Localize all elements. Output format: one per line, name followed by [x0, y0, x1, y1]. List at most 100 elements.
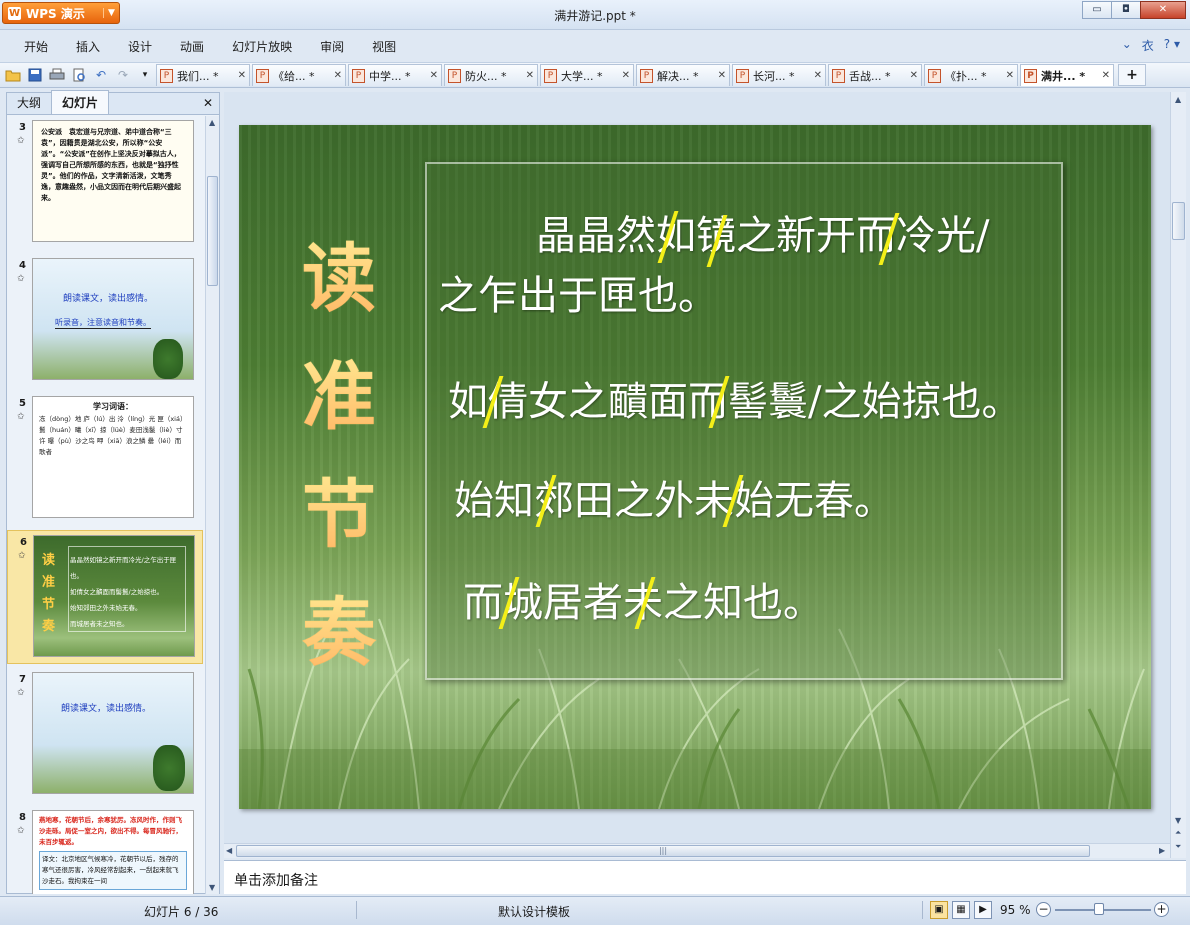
doc-tab[interactable]: P 解决... * ✕ — [636, 64, 730, 86]
tab-outline[interactable]: 大纲 — [7, 91, 51, 114]
status-divider — [356, 901, 357, 919]
doc-tab[interactable]: P 舌战... * ✕ — [828, 64, 922, 86]
status-bar: 幻灯片 6 / 36 默认设计模板 ▣ ▦ ▶ 95 % − + — [0, 896, 1190, 925]
close-tab-icon[interactable]: ✕ — [907, 70, 918, 81]
normal-view-icon[interactable]: ▣ — [930, 901, 948, 919]
slide-sorter-icon[interactable]: ▦ — [952, 901, 970, 919]
scrollbar-thumb[interactable]: ||| — [236, 845, 1090, 857]
menu-animation[interactable]: 动画 — [166, 38, 218, 55]
menu-bar: 开始 插入 设计 动画 幻灯片放映 审阅 视图 ⌄ 衣 ? ▾ — [0, 32, 1190, 60]
menu-insert[interactable]: 插入 — [62, 38, 114, 55]
undo-icon[interactable]: ↶ — [92, 66, 110, 84]
menu-design[interactable]: 设计 — [114, 38, 166, 55]
notes-pane[interactable]: 单击添加备注 — [224, 860, 1186, 894]
current-slide[interactable]: 读 准 节 奏 晶晶然如镜之新开而冷光/ 之乍出于匣也。 如倩女之靧面而髻鬟/之… — [239, 125, 1151, 809]
doc-tab[interactable]: P 《给... * ✕ — [252, 64, 346, 86]
text-line-1: 晶晶然如镜之新开而冷光/ — [536, 213, 990, 259]
next-slide-icon[interactable]: ⏷ — [1175, 842, 1181, 852]
open-icon[interactable] — [4, 66, 22, 84]
doc-tab[interactable]: P 《扑... * ✕ — [924, 64, 1018, 86]
vertical-slide-title[interactable]: 读 准 节 奏 — [294, 220, 384, 692]
menu-home[interactable]: 开始 — [10, 38, 62, 55]
animation-star-icon: ✩ — [17, 688, 25, 698]
scroll-down-icon[interactable]: ▼ — [1175, 816, 1181, 825]
slide-thumbnail-6[interactable]: 6 ✩ 读准节奏 晶晶然如镜之新开而冷光/之乍出于匣也。 如倩女之靧面而髻鬟/之… — [7, 530, 203, 664]
animation-star-icon: ✩ — [17, 826, 25, 836]
zoom-in-icon[interactable]: + — [1154, 902, 1169, 917]
close-tab-icon[interactable]: ✕ — [1099, 70, 1110, 81]
thumbnail-image: 读准节奏 晶晶然如镜之新开而冷光/之乍出于匣也。 如倩女之靧面而髻鬟/之始掠也。… — [33, 535, 195, 657]
restore-button[interactable]: ◘ — [1111, 1, 1141, 19]
scroll-right-icon[interactable]: ▶ — [1159, 846, 1165, 855]
help-icon[interactable]: ? ▾ — [1164, 37, 1180, 54]
tree-decoration — [153, 745, 185, 791]
doc-tab[interactable]: P 长河... * ✕ — [732, 64, 826, 86]
editor-vertical-scrollbar[interactable]: ▲ ▼ ⏶ ⏷ — [1170, 92, 1186, 858]
redo-icon[interactable]: ↷ — [114, 66, 132, 84]
zoom-slider-handle[interactable] — [1094, 903, 1104, 915]
thumbnail-image: 朗读课文，读出感情。 听录音，注意读音和节奏。 — [32, 258, 194, 380]
slide-thumbnail-3[interactable]: 3 ✩ 公安派 袁宏道与兄宗道、弟中道合称“三袁”，因籍贯是湖北公安，所以称“公… — [7, 116, 203, 250]
slide-thumbnail-8[interactable]: 8 ✩ 燕地寒，花朝节后，余寒犹厉。冻风时作，作则飞沙走砾。局促一室之内，欲出不… — [7, 806, 203, 894]
menu-review[interactable]: 审阅 — [306, 38, 358, 55]
close-tab-icon[interactable]: ✕ — [811, 70, 822, 81]
notes-placeholder: 单击添加备注 — [234, 873, 318, 889]
scroll-left-icon[interactable]: ◀ — [226, 846, 232, 855]
skin-icon[interactable]: 衣 — [1142, 37, 1154, 54]
slide-editor: 读 准 节 奏 晶晶然如镜之新开而冷光/ 之乍出于匣也。 如倩女之靧面而髻鬟/之… — [224, 92, 1186, 858]
close-tab-icon[interactable]: ✕ — [715, 70, 726, 81]
scroll-up-icon[interactable]: ▲ — [1175, 95, 1181, 104]
animation-star-icon: ✩ — [18, 551, 26, 561]
collapse-ribbon-icon[interactable]: ⌄ — [1122, 37, 1132, 54]
close-tab-icon[interactable]: ✕ — [1003, 70, 1014, 81]
text-line-3: 如倩女之靧面而髻鬟/之始掠也。 — [448, 379, 1022, 425]
zoom-out-icon[interactable]: − — [1036, 902, 1051, 917]
ppt-file-icon: P — [448, 68, 461, 83]
menu-slideshow[interactable]: 幻灯片放映 — [218, 38, 306, 55]
scrollbar-thumb[interactable] — [1172, 202, 1185, 240]
new-tab-button[interactable]: + — [1118, 64, 1146, 86]
menu-view[interactable]: 视图 — [358, 38, 410, 55]
print-icon[interactable] — [48, 66, 66, 84]
document-title: 满井游记.ppt * — [554, 9, 636, 23]
ppt-file-icon: P — [544, 68, 557, 83]
save-icon[interactable] — [26, 66, 44, 84]
scroll-down-icon[interactable]: ▼ — [209, 883, 215, 892]
more-icon[interactable]: ▾ — [136, 66, 154, 84]
close-button[interactable]: ✕ — [1140, 1, 1186, 19]
ppt-file-icon: P — [352, 68, 365, 83]
close-tab-icon[interactable]: ✕ — [427, 70, 438, 81]
scrollbar-thumb[interactable] — [207, 176, 218, 286]
prev-slide-icon[interactable]: ⏶ — [1175, 828, 1181, 838]
ppt-file-icon: P — [832, 68, 845, 83]
ppt-file-icon: P — [640, 68, 653, 83]
close-tab-icon[interactable]: ✕ — [235, 70, 246, 81]
doc-tab[interactable]: P 大学... * ✕ — [540, 64, 634, 86]
animation-star-icon: ✩ — [17, 412, 25, 422]
close-tab-icon[interactable]: ✕ — [331, 70, 342, 81]
thumbnail-list: 3 ✩ 公安派 袁宏道与兄宗道、弟中道合称“三袁”，因籍贯是湖北公安，所以称“公… — [7, 116, 205, 894]
text-line-2: 之乍出于匣也。 — [438, 273, 718, 319]
doc-tab[interactable]: P 防火... * ✕ — [444, 64, 538, 86]
close-tab-icon[interactable]: ✕ — [523, 70, 534, 81]
doc-tab-active[interactable]: P 满井... * ✕ — [1020, 64, 1114, 86]
tab-slides[interactable]: 幻灯片 — [51, 90, 110, 114]
minimize-button[interactable]: ▭ — [1082, 1, 1112, 19]
doc-tab[interactable]: P 中学... * ✕ — [348, 64, 442, 86]
editor-horizontal-scrollbar[interactable]: ◀ ||| ▶ — [224, 843, 1170, 858]
scroll-up-icon[interactable]: ▲ — [209, 118, 215, 127]
slideshow-icon[interactable]: ▶ — [974, 901, 992, 919]
thumbnail-scrollbar[interactable]: ▲ ▼ — [205, 116, 219, 894]
slide-indicator: 幻灯片 6 / 36 — [144, 905, 219, 919]
doc-tab[interactable]: P 我们... * ✕ — [156, 64, 250, 86]
view-buttons: ▣ ▦ ▶ — [930, 901, 992, 919]
slide-thumbnail-7[interactable]: 7 ✩ 朗读课文，读出感情。 — [7, 668, 203, 802]
tree-decoration — [153, 339, 183, 379]
close-tab-icon[interactable]: ✕ — [619, 70, 630, 81]
window-controls: ▭ ◘ ✕ — [1082, 1, 1186, 19]
slide-thumbnail-5[interactable]: 5 ✩ 学习词语： 冻（dòng）地 庐（lú）出 泠（líng）光 匣（xiá… — [7, 392, 203, 526]
print-preview-icon[interactable] — [70, 66, 88, 84]
zoom-level: 95 % — [1000, 903, 1031, 917]
slide-thumbnail-4[interactable]: 4 ✩ 朗读课文，读出感情。 听录音，注意读音和节奏。 — [7, 254, 203, 388]
close-panel-icon[interactable]: ✕ — [203, 96, 213, 110]
